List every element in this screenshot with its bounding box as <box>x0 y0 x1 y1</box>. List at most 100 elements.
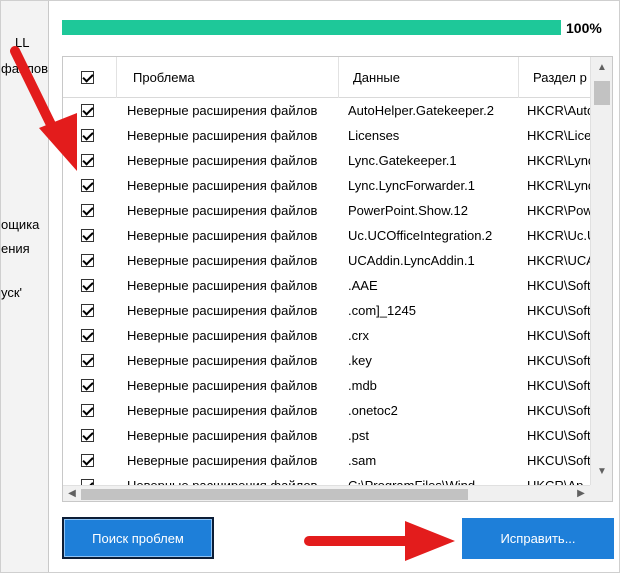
section-cell: HKCU\Soft <box>527 328 590 343</box>
left-panel: LL файлов ощика ения уск' <box>1 1 49 572</box>
progress-fill <box>62 20 561 35</box>
column-header-data[interactable]: Данные <box>353 57 513 98</box>
row-checkbox[interactable] <box>81 154 94 167</box>
problem-cell: Неверные расширения файлов <box>127 128 318 143</box>
problem-cell: Неверные расширения файлов <box>127 453 318 468</box>
vertical-scroll-thumb[interactable] <box>594 81 610 105</box>
data-cell: PowerPoint.Show.12 <box>348 203 468 218</box>
section-cell: HKCR\Pow <box>527 203 590 218</box>
table-row[interactable]: Неверные расширения файлов AutoHelper.Gat… <box>63 98 590 123</box>
section-cell: HKCU\Soft <box>527 428 590 443</box>
column-divider <box>116 57 117 98</box>
table-row[interactable]: Неверные расширения файлов .AAE HKCU\Soft <box>63 273 590 298</box>
scroll-down-icon[interactable]: ▼ <box>595 465 609 479</box>
section-cell: HKCR\Lync <box>527 153 590 168</box>
section-cell: HKCU\Soft <box>527 278 590 293</box>
row-checkbox[interactable] <box>81 229 94 242</box>
table-row[interactable]: Неверные расширения файлов Licenses HKCR\L… <box>63 123 590 148</box>
section-cell: HKCR\UCA <box>527 253 590 268</box>
row-checkbox[interactable] <box>81 254 94 267</box>
table-row[interactable]: Неверные расширения файлов .pst HKCU\Soft <box>63 423 590 448</box>
row-checkbox[interactable] <box>81 379 94 392</box>
column-divider <box>518 57 519 98</box>
left-panel-text: ения <box>1 241 30 256</box>
scroll-left-icon[interactable]: ◀ <box>65 487 79 501</box>
row-checkbox[interactable] <box>81 179 94 192</box>
data-cell: Lync.Gatekeeper.1 <box>348 153 457 168</box>
progress-label: 100% <box>566 20 602 36</box>
scan-issues-button[interactable]: Поиск проблем <box>62 517 214 559</box>
left-panel-text: уск' <box>1 285 23 300</box>
section-cell: HKCU\Soft <box>527 303 590 318</box>
vertical-scrollbar[interactable]: ▲ ▼ <box>590 57 612 485</box>
data-cell: .onetoc2 <box>348 403 398 418</box>
data-cell: AutoHelper.Gatekeeper.2 <box>348 103 494 118</box>
table-row[interactable]: Неверные расширения файлов .mdb HKCU\Soft <box>63 373 590 398</box>
table-row[interactable]: Неверные расширения файлов PowerPoint.Sho… <box>63 198 590 223</box>
scroll-right-icon[interactable]: ▶ <box>574 487 588 501</box>
problem-cell: Неверные расширения файлов <box>127 153 318 168</box>
table-row[interactable]: Неверные расширения файлов Lync.Gatekeepe… <box>63 148 590 173</box>
section-cell: HKCU\Soft <box>527 403 590 418</box>
table-row[interactable]: Неверные расширения файлов .com]_1245 HKCU… <box>63 298 590 323</box>
data-cell: .sam <box>348 453 377 468</box>
section-cell: HKCR\Licen <box>527 128 590 143</box>
section-cell: HKCU\Soft <box>527 453 590 468</box>
table-row[interactable]: Неверные расширения файлов UCAddin.LyncAd… <box>63 248 590 273</box>
scroll-up-icon[interactable]: ▲ <box>595 61 609 75</box>
row-checkbox[interactable] <box>81 204 94 217</box>
data-cell: Licenses <box>348 128 400 143</box>
section-cell: HKCU\Soft <box>527 353 590 368</box>
problem-cell: Неверные расширения файлов <box>127 178 318 193</box>
row-checkbox[interactable] <box>81 354 94 367</box>
row-checkbox[interactable] <box>81 304 94 317</box>
table-row[interactable]: Неверные расширения файлов .sam HKCU\Soft <box>63 448 590 473</box>
row-checkbox[interactable] <box>81 454 94 467</box>
row-checkbox[interactable] <box>81 404 94 417</box>
problem-cell: Неверные расширения файлов <box>127 203 318 218</box>
column-divider <box>338 57 339 98</box>
data-cell: .com]_1245 <box>348 303 416 318</box>
data-cell: Lync.LyncForwarder.1 <box>348 178 475 193</box>
section-cell: HKCR\Lync <box>527 178 590 193</box>
section-cell: HKCR\Uc.U <box>527 228 590 243</box>
row-checkbox[interactable] <box>81 129 94 142</box>
table-row[interactable]: Неверные расширения файлов .key HKCU\Soft <box>63 348 590 373</box>
left-panel-text: ощика <box>1 217 40 232</box>
row-checkbox[interactable] <box>81 279 94 292</box>
row-checkbox[interactable] <box>81 329 94 342</box>
select-all-checkbox[interactable] <box>81 71 94 84</box>
section-cell: HKCR\Auto <box>527 103 590 118</box>
problem-cell: Неверные расширения файлов <box>127 403 318 418</box>
problem-cell: Неверные расширения файлов <box>127 228 318 243</box>
problem-cell: Неверные расширения файлов <box>127 353 318 368</box>
left-panel-text: файлов <box>1 61 49 76</box>
table-row[interactable]: Неверные расширения файлов Uc.UCOfficeInt… <box>63 223 590 248</box>
table-row[interactable]: Неверные расширения файлов Lync.LyncForwa… <box>63 173 590 198</box>
data-cell: .pst <box>348 428 369 443</box>
column-header-section[interactable]: Раздел р <box>533 57 590 98</box>
problems-table: Проблема Данные Раздел р Неверные расшир… <box>62 56 613 502</box>
problem-cell: Неверные расширения файлов <box>127 303 318 318</box>
left-panel-text: LL <box>15 35 30 50</box>
table-body: Неверные расширения файлов AutoHelper.Gat… <box>63 98 590 486</box>
problem-cell: Неверные расширения файлов <box>127 378 318 393</box>
section-cell: HKCU\Soft <box>527 378 590 393</box>
column-header-problem[interactable]: Проблема <box>133 57 333 98</box>
horizontal-scrollbar[interactable]: ◀ ▶ <box>63 485 590 501</box>
row-checkbox[interactable] <box>81 104 94 117</box>
scrollbar-corner <box>590 485 612 501</box>
data-cell: UCAddin.LyncAddin.1 <box>348 253 475 268</box>
table-row[interactable]: Неверные расширения файлов .onetoc2 HKCU\S… <box>63 398 590 423</box>
data-cell: .AAE <box>348 278 378 293</box>
table-row[interactable]: Неверные расширения файлов .crx HKCU\Soft <box>63 323 590 348</box>
problem-cell: Неверные расширения файлов <box>127 253 318 268</box>
horizontal-scroll-thumb[interactable] <box>81 489 468 500</box>
row-checkbox[interactable] <box>81 429 94 442</box>
fix-button[interactable]: Исправить... <box>462 518 614 559</box>
data-cell: Uc.UCOfficeIntegration.2 <box>348 228 493 243</box>
data-cell: .crx <box>348 328 369 343</box>
problem-cell: Неверные расширения файлов <box>127 328 318 343</box>
problem-cell: Неверные расширения файлов <box>127 103 318 118</box>
data-cell: .key <box>348 353 372 368</box>
